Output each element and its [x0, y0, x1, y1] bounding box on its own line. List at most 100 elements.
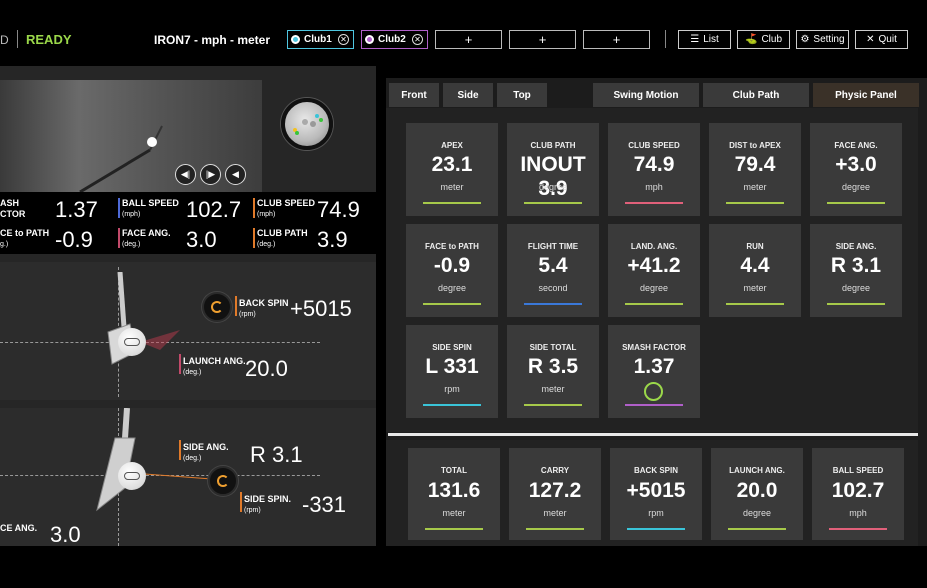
- metric-value: 102.7: [831, 479, 885, 502]
- metric-card-club-speed: CLUB SPEED 74.9 mph: [608, 123, 700, 216]
- face-ang-bottom-value: 3.0: [50, 522, 81, 547]
- logo-fragment: D: [0, 33, 9, 47]
- metric-value: 20.0: [736, 479, 778, 502]
- key-metric-card-ball-speed: BALL SPEED 102.7 mph: [812, 448, 904, 540]
- tab-side[interactable]: Side: [443, 83, 493, 107]
- section-divider: [388, 433, 918, 436]
- metric-unit: rpm: [444, 384, 460, 394]
- metric-card-apex: APEX 23.1 meter: [406, 123, 498, 216]
- list-icon: ☰: [690, 34, 700, 45]
- metric-label: FACE ANG.: [834, 141, 878, 150]
- metric-value: L 331: [425, 355, 479, 378]
- metric-unit: rpm: [648, 508, 664, 518]
- list-button[interactable]: ☰ List: [678, 30, 731, 49]
- metric-label: CLUB PATH: [530, 141, 576, 150]
- metric-color-bar: [827, 303, 885, 305]
- metric-label: LAUNCH ANG.: [729, 466, 785, 475]
- plus-icon: +: [538, 32, 547, 47]
- metric-unit: meter: [743, 283, 767, 293]
- metric-unit: meter: [442, 508, 466, 518]
- metric-color-bar: [625, 303, 683, 305]
- face-ang-marker: [118, 228, 120, 248]
- metric-card-run: RUN 4.4 meter: [709, 224, 801, 317]
- club-slot-1[interactable]: Club1 ✕: [287, 30, 354, 49]
- club-button-label: Club: [761, 34, 783, 45]
- tab-physic-panel[interactable]: Physic Panel: [813, 83, 919, 107]
- side-ang-value: R 3.1: [250, 442, 303, 467]
- club1-color-dot: [291, 35, 300, 44]
- club-button[interactable]: ⛳ Club: [737, 30, 790, 49]
- metric-value: +3.0: [835, 153, 877, 176]
- metric-unit: degree: [841, 283, 871, 293]
- back-spin-label: BACK SPIN (rpm): [239, 298, 289, 318]
- club2-color-dot: [365, 35, 374, 44]
- metric-color-bar: [526, 528, 584, 530]
- metric-label: FLIGHT TIME: [527, 242, 579, 251]
- metric-color-bar: [423, 202, 481, 204]
- metric-color-bar: [625, 202, 683, 204]
- add-club-slot-3[interactable]: +: [435, 30, 502, 49]
- golf-ball: [118, 328, 146, 356]
- prev-frame-icon[interactable]: ◀|: [175, 164, 196, 185]
- smash-factor-label: ASH CTOR: [0, 198, 26, 219]
- metric-label: BACK SPIN: [633, 466, 678, 475]
- tab-top[interactable]: Top: [497, 83, 547, 107]
- metric-card-side-ang: SIDE ANG. R 3.1 degree: [810, 224, 902, 317]
- club-slot-2[interactable]: Club2 ✕: [361, 30, 428, 49]
- list-button-label: List: [703, 34, 719, 45]
- metrics-grid: APEX 23.1 meter CLUB PATH INOUT 3.9 degree CLU…: [386, 108, 918, 432]
- metric-value: 4.4: [740, 254, 770, 277]
- remove-club1-icon[interactable]: ✕: [338, 34, 349, 45]
- add-club-slot-5[interactable]: +: [583, 30, 650, 49]
- setting-button[interactable]: ⚙ Setting: [796, 30, 849, 49]
- tab-front[interactable]: Front: [389, 83, 439, 107]
- metric-card-flight-time: FLIGHT TIME 5.4 second: [507, 224, 599, 317]
- metric-color-bar: [423, 303, 481, 305]
- add-club-slot-4[interactable]: +: [509, 30, 576, 49]
- quit-button-label: Quit: [878, 34, 897, 45]
- quit-button[interactable]: ✕ Quit: [855, 30, 908, 49]
- side-ang-marker: [179, 440, 181, 460]
- face-to-path-label: CE to PATH g.): [0, 228, 50, 248]
- metric-label: CLUB SPEED: [628, 141, 680, 150]
- metric-card-side-total: SIDE TOTAL R 3.5 meter: [507, 325, 599, 418]
- tab-club-path[interactable]: Club Path: [703, 83, 809, 107]
- key-metric-card-back-spin: BACK SPIN +5015 rpm: [610, 448, 702, 540]
- next-frame-icon[interactable]: |▶: [200, 164, 221, 185]
- close-icon: ✕: [866, 34, 875, 45]
- key-metrics-row: TOTAL 131.6 meter CARRY 127.2 meter BACK SPIN +…: [386, 440, 918, 546]
- side-impact-view: BACK SPIN (rpm) +5015 LAUNCH ANG. (deg.) 2…: [0, 262, 376, 400]
- metric-color-bar: [625, 404, 683, 406]
- metric-color-bar: [627, 528, 685, 530]
- remove-club2-icon[interactable]: ✕: [412, 34, 423, 45]
- metric-value: -0.9: [433, 254, 471, 277]
- metric-unit: mph: [645, 182, 663, 192]
- club-path-value: 3.9: [317, 227, 348, 252]
- metric-value: 131.6: [427, 479, 481, 502]
- ball-impact-camera: [281, 98, 333, 150]
- metric-color-bar: [829, 528, 887, 530]
- metric-color-bar: [524, 202, 582, 204]
- side-spin-marker: [240, 492, 242, 512]
- launch-ang-value: 20.0: [245, 356, 288, 381]
- metric-label: RUN: [746, 242, 764, 251]
- metric-value: 23.1: [431, 153, 473, 176]
- ball-dimple-graphic: [293, 114, 323, 135]
- face-ang-label: FACE ANG. (deg.): [122, 228, 171, 248]
- metric-unit: meter: [543, 508, 567, 518]
- smash-indicator-icon: [644, 382, 663, 401]
- metric-card-face-to-path: FACE to PATH -0.9 degree: [406, 224, 498, 317]
- back-spin-icon: [202, 292, 232, 322]
- summary-strip: ASH CTOR 1.37 BALL SPEED (mph) 102.7 CLUB …: [0, 192, 376, 254]
- status-indicator: READY: [26, 32, 72, 47]
- play-back-icon[interactable]: ◀: [225, 164, 246, 185]
- metric-card-smash-factor: SMASH FACTOR 1.37: [608, 325, 700, 418]
- metric-card-club-path: CLUB PATH INOUT 3.9 degree: [507, 123, 599, 216]
- metric-value: +41.2: [627, 254, 681, 277]
- shot-video[interactable]: ◀| |▶ ◀: [0, 80, 262, 192]
- tab-swing-motion[interactable]: Swing Motion: [593, 83, 699, 107]
- metric-value: +5015: [626, 479, 686, 502]
- metric-unit: meter: [440, 182, 464, 192]
- metric-card-side-spin: SIDE SPIN L 331 rpm: [406, 325, 498, 418]
- metric-color-bar: [726, 202, 784, 204]
